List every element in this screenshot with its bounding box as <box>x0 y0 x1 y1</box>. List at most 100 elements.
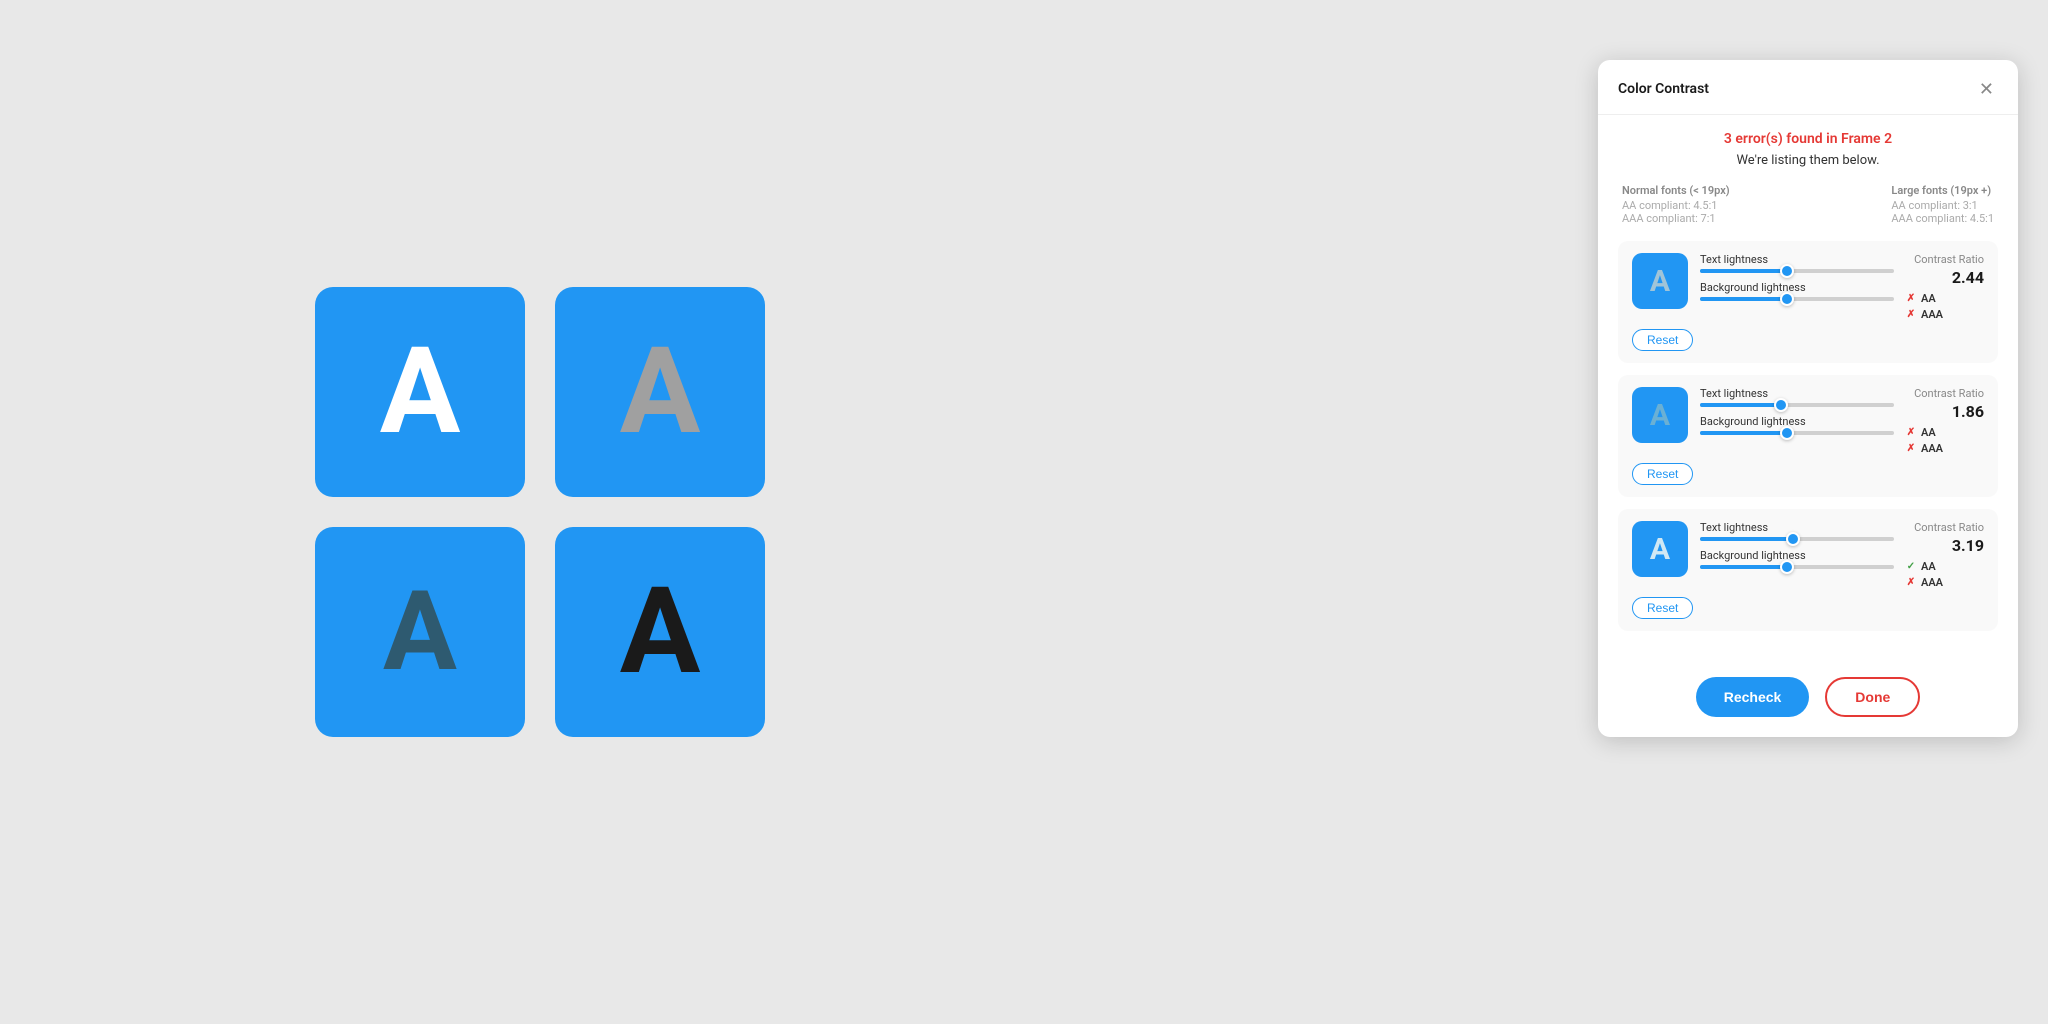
letter-box-3: A <box>315 527 525 737</box>
item-3-preview: A <box>1632 521 1688 577</box>
item-2-bg-thumb[interactable] <box>1780 426 1794 440</box>
item-1-ratio-label: Contrast Ratio <box>1904 253 1984 266</box>
letter-2: A <box>620 332 701 452</box>
item-3-ratio-label: Contrast Ratio <box>1904 521 1984 534</box>
item-1-controls: Text lightness Background lightness <box>1700 253 1894 309</box>
item-2-bg-label: Background lightness <box>1700 415 1894 428</box>
panel-body: 3 error(s) found in Frame 2 We're listin… <box>1598 115 2018 663</box>
error-item-3-top: A Text lightness Background lightness <box>1632 521 1984 589</box>
item-2-controls: Text lightness Background lightness <box>1700 387 1894 443</box>
item-1-controls-ratio: Text lightness Background lightness <box>1700 253 1984 321</box>
item-1-bottom: Reset <box>1632 329 1984 351</box>
close-button[interactable]: ✕ <box>1975 78 1998 100</box>
letter-4: A <box>620 572 701 692</box>
error-item-2-top: A Text lightness Background lightness <box>1632 387 1984 455</box>
item-3-bg-fill <box>1700 565 1787 569</box>
item-3-text-track <box>1700 537 1894 541</box>
recheck-button[interactable]: Recheck <box>1696 677 1810 717</box>
item-3-text-thumb[interactable] <box>1786 532 1800 546</box>
item-3-aa-icon: ✓ <box>1904 559 1918 573</box>
item-3-bg-track <box>1700 565 1894 569</box>
item-1-aaa-badge: ✗ AAA <box>1904 307 1943 321</box>
item-3-bottom: Reset <box>1632 597 1984 619</box>
item-1-text-track <box>1700 269 1894 273</box>
item-2-text-track <box>1700 403 1894 407</box>
error-item-1: A Text lightness Background lightness <box>1618 241 1998 363</box>
item-3-text-label: Text lightness <box>1700 521 1894 534</box>
item-1-badges: ✗ AA ✗ AAA <box>1904 291 1984 321</box>
item-2-bg-slider-row: Background lightness <box>1700 415 1894 435</box>
large-aa: AA compliant: 3:1 <box>1891 199 1994 212</box>
item-3-bg-slider-row: Background lightness <box>1700 549 1894 569</box>
item-1-text-slider-row: Text lightness <box>1700 253 1894 273</box>
item-2-aa-icon: ✗ <box>1904 425 1918 439</box>
normal-fonts-col: Normal fonts (< 19px) AA compliant: 4.5:… <box>1622 184 1730 225</box>
letter-box-1: A <box>315 287 525 497</box>
item-1-text-thumb[interactable] <box>1780 264 1794 278</box>
item-1-bg-thumb[interactable] <box>1780 292 1794 306</box>
item-3-reset-button[interactable]: Reset <box>1632 597 1693 619</box>
panel-header: Color Contrast ✕ <box>1598 60 2018 115</box>
item-3-text-slider-row: Text lightness <box>1700 521 1894 541</box>
compliance-info: Normal fonts (< 19px) AA compliant: 4.5:… <box>1618 184 1998 225</box>
item-2-text-thumb[interactable] <box>1774 398 1788 412</box>
item-1-preview: A <box>1632 253 1688 309</box>
letter-3: A <box>383 577 457 687</box>
item-3-controls-ratio: Text lightness Background lightness <box>1700 521 1984 589</box>
item-1-bg-fill <box>1700 297 1787 301</box>
letter-grid: A A A A <box>315 287 765 737</box>
item-3-bg-thumb[interactable] <box>1780 560 1794 574</box>
error-item-1-top: A Text lightness Background lightness <box>1632 253 1984 321</box>
item-2-text-fill <box>1700 403 1781 407</box>
item-2-bottom: Reset <box>1632 463 1984 485</box>
normal-aaa: AAA compliant: 7:1 <box>1622 212 1730 225</box>
large-aaa: AAA compliant: 4.5:1 <box>1891 212 1994 225</box>
large-fonts-title: Large fonts (19px +) <box>1891 184 1994 197</box>
letter-1: A <box>380 332 461 452</box>
item-2-aaa-icon: ✗ <box>1904 441 1918 455</box>
item-3-preview-letter: A <box>1650 532 1670 567</box>
item-2-ratio: Contrast Ratio 1.86 ✗ AA ✗ AAA <box>1904 387 1984 455</box>
letter-box-4: A <box>555 527 765 737</box>
item-3-controls: Text lightness Background lightness <box>1700 521 1894 577</box>
item-2-ratio-value: 1.86 <box>1904 402 1984 421</box>
error-title: 3 error(s) found in Frame 2 <box>1618 131 1998 147</box>
item-2-badges: ✗ AA ✗ AAA <box>1904 425 1984 455</box>
item-3-aaa-badge: ✗ AAA <box>1904 575 1943 589</box>
item-2-text-slider-row: Text lightness <box>1700 387 1894 407</box>
item-2-preview-letter: A <box>1650 398 1670 433</box>
error-item-2: A Text lightness Background lightness <box>1618 375 1998 497</box>
item-1-aa-badge: ✗ AA <box>1904 291 1936 305</box>
item-2-preview: A <box>1632 387 1688 443</box>
item-3-bg-label: Background lightness <box>1700 549 1894 562</box>
done-button[interactable]: Done <box>1825 677 1920 717</box>
item-1-aaa-icon: ✗ <box>1904 307 1918 321</box>
item-3-aa-badge: ✓ AA <box>1904 559 1936 573</box>
item-1-aa-icon: ✗ <box>1904 291 1918 305</box>
item-3-badges: ✓ AA ✗ AAA <box>1904 559 1984 589</box>
item-3-aaa-icon: ✗ <box>1904 575 1918 589</box>
item-1-bg-label: Background lightness <box>1700 281 1894 294</box>
item-3-ratio-value: 3.19 <box>1904 536 1984 555</box>
item-2-ratio-label: Contrast Ratio <box>1904 387 1984 400</box>
item-2-bg-track <box>1700 431 1894 435</box>
item-1-text-fill <box>1700 269 1787 273</box>
item-2-aaa-badge: ✗ AAA <box>1904 441 1943 455</box>
panel-title: Color Contrast <box>1618 81 1709 97</box>
color-contrast-panel: Color Contrast ✕ 3 error(s) found in Fra… <box>1598 60 2018 737</box>
error-subtitle: We're listing them below. <box>1618 153 1998 168</box>
item-1-text-label: Text lightness <box>1700 253 1894 266</box>
panel-footer: Recheck Done <box>1598 663 2018 737</box>
item-3-ratio: Contrast Ratio 3.19 ✓ AA ✗ AAA <box>1904 521 1984 589</box>
item-2-reset-button[interactable]: Reset <box>1632 463 1693 485</box>
normal-fonts-title: Normal fonts (< 19px) <box>1622 184 1730 197</box>
item-1-reset-button[interactable]: Reset <box>1632 329 1693 351</box>
large-fonts-col: Large fonts (19px +) AA compliant: 3:1 A… <box>1891 184 1994 225</box>
error-item-3: A Text lightness Background lightness <box>1618 509 1998 631</box>
item-2-aa-badge: ✗ AA <box>1904 425 1936 439</box>
normal-aa: AA compliant: 4.5:1 <box>1622 199 1730 212</box>
letter-box-2: A <box>555 287 765 497</box>
item-1-ratio: Contrast Ratio 2.44 ✗ AA ✗ AAA <box>1904 253 1984 321</box>
item-2-bg-fill <box>1700 431 1787 435</box>
item-2-controls-ratio: Text lightness Background lightness <box>1700 387 1984 455</box>
